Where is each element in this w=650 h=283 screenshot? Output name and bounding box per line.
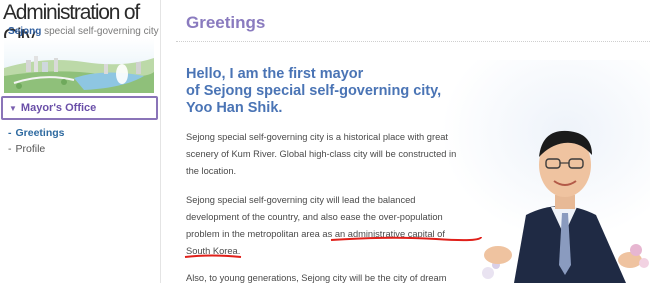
- submenu-item-greetings[interactable]: - Greetings: [8, 125, 65, 141]
- menu-mayors-office[interactable]: ▼ Mayor's Office: [1, 96, 158, 120]
- mayor-photo: [476, 115, 650, 283]
- site-subtitle: Sejong special self-governing city: [8, 26, 159, 37]
- menu-head-label: Mayor's Office: [20, 102, 97, 114]
- city-illustration: [4, 38, 154, 93]
- main-content: Greetings Hello, I am the first mayor of…: [161, 0, 650, 283]
- submenu-item-profile[interactable]: - Profile: [8, 141, 65, 157]
- submenu: - Greetings - Profile: [8, 125, 65, 157]
- sidebar: Administration of City Sejong special se…: [0, 0, 161, 283]
- paragraph-3: Also, to young generations, Sejong city …: [186, 273, 447, 283]
- caret-down-icon: ▼: [9, 103, 17, 113]
